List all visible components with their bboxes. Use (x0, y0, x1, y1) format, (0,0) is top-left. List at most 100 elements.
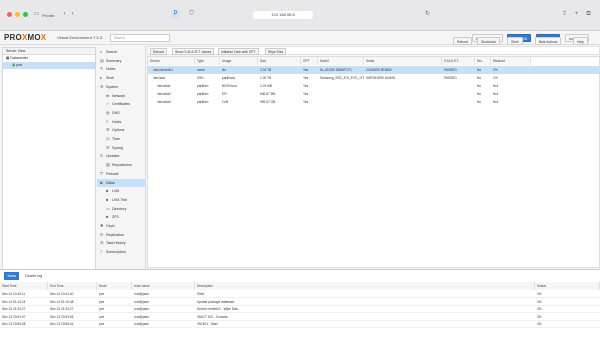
node-menu-item-disks[interactable]: ◙ Disks (97, 178, 146, 187)
node-menu-label: Time (112, 137, 120, 141)
reload-button[interactable]: Reload (150, 48, 167, 55)
disk-column-header[interactable]: Wearout (491, 57, 531, 65)
bulk-actions-button[interactable]: Bulk Actions (535, 37, 562, 45)
node-menu-item-lvm[interactable]: ■ LVM (97, 187, 146, 195)
disk-column-header[interactable]: Size (258, 57, 301, 65)
task-row[interactable]: Dec 13 21:20:27 Dec 13 21:20:27 pve root@pa… (0, 306, 600, 313)
node-menu-item-task-history[interactable]: ☰ Task History (97, 239, 146, 247)
task-cell: root@pam (134, 307, 149, 311)
minimize-window-button[interactable] (15, 12, 20, 17)
node-menu-item-search[interactable]: ⌕ Search (97, 48, 146, 56)
wipe-disk-button[interactable]: Wipe Disk (265, 48, 287, 55)
disk-cell: BIOS boot (222, 84, 237, 88)
disk-column-header[interactable]: GPT (301, 57, 318, 65)
zoom-window-button[interactable] (23, 12, 28, 17)
node-menu-item-certificates[interactable]: ✓ Certificates (97, 100, 146, 108)
task-cell: root@pam (134, 322, 149, 326)
disk-row[interactable]: /dev/sda1 partition BIOS boot 1.03 MB Yes No N… (148, 82, 600, 90)
forward-icon[interactable]: › (68, 10, 77, 19)
initialize-gpt-button[interactable]: Initialize Disk with GPT (218, 48, 259, 55)
disk-row[interactable]: /dev/nvme0n1 nvme No 2.04 TB Yes HL-SN750 2BB… (148, 66, 600, 74)
disk-cell: partition (197, 100, 209, 104)
disk-column-header[interactable]: Usage (220, 57, 258, 65)
node-menu-item-shell[interactable]: ▸ Shell (97, 74, 146, 82)
smart-values-button[interactable]: Show S.M.A.R.T. values (172, 48, 215, 55)
node-menu-item-system[interactable]: ⚙ System (97, 83, 146, 91)
task-row[interactable]: Dec 14 10:40:11 Dec 14 10:41:40 pve root@pa… (0, 291, 600, 298)
sidebar-toggle-icon[interactable]: ▭ (32, 10, 41, 19)
tab-tasks[interactable]: Tasks (4, 272, 20, 280)
disk-cell: Samsung_SSD_870_EVO_1TB (320, 76, 364, 80)
node-menu-item-time[interactable]: ◷ Time (97, 135, 146, 143)
task-row[interactable]: Dec 14 01:10:24 Dec 14 01:10:48 pve root@pa… (0, 299, 600, 306)
server-view-selector[interactable]: Server View (3, 48, 95, 55)
task-cell: Dec 13 20:51:07 (2, 314, 26, 319)
disk-cell: /dev/sda (153, 76, 166, 80)
node-menu-item-notes[interactable]: ✎ Notes (97, 65, 146, 73)
node-menu-item-replication[interactable]: ⟳ Replication (97, 231, 146, 239)
disk-grid: Device Type Usage Size GPT Model Serial S.M.A.R… (147, 56, 600, 268)
search-input[interactable]: Search (110, 34, 170, 42)
task-column-header[interactable]: Status (535, 282, 600, 290)
search-icon: ⌕ (100, 49, 103, 55)
node-menu-item-network[interactable]: ⇄ Network (97, 92, 146, 100)
task-cell: Dec 13 21:20:27 (2, 307, 26, 311)
share-icon[interactable]: ⇪ (560, 10, 569, 19)
shutdown-button[interactable]: Shutdown (477, 37, 501, 45)
task-column-header[interactable]: Start Time (0, 282, 48, 290)
shell-button[interactable]: Shell (507, 37, 523, 45)
reboot-button[interactable]: Reboot (453, 37, 472, 45)
task-cell: Shell (197, 292, 205, 296)
shield-icon[interactable]: ⛉ (187, 10, 196, 19)
node-menu-item-lvm-thin[interactable]: ■ LVM-Thin (97, 196, 146, 204)
disk-column-header[interactable]: Mo... (475, 57, 491, 65)
disk-row[interactable]: /dev/sda3 partition LVM 999.67 GB Yes No N/A (148, 98, 600, 106)
terminal-icon: ▸ (100, 75, 103, 81)
task-row[interactable]: Dec 13 19:55:28 Dec 13 19:55:41 pve root@pa… (0, 321, 600, 328)
node-menu-item-repositories[interactable]: ▧ Repositories (97, 161, 146, 169)
task-column-header[interactable]: User name (132, 282, 195, 290)
disk-row[interactable]: /dev/sda SSD partitions 1.00 TB Yes Samsung_S… (148, 74, 600, 82)
task-cell: pve (99, 307, 105, 311)
new-tab-icon[interactable]: + (572, 10, 581, 19)
close-window-button[interactable] (7, 12, 12, 17)
node-menu-item-ceph[interactable]: ✺ Ceph (97, 222, 146, 230)
node-menu-item-zfs[interactable]: ■ ZFS (97, 213, 146, 221)
node-menu-item-subscription[interactable]: ? Subscription (97, 248, 146, 256)
private-tab-label[interactable]: Private (42, 10, 54, 20)
node-menu-item-hosts[interactable]: ≡ Hosts (97, 118, 146, 126)
node-menu-item-syslog[interactable]: ☰ Syslog (97, 144, 146, 152)
task-row[interactable]: Dec 13 20:51:07 Dec 13 20:53:05 pve root@pa… (0, 314, 600, 321)
disk-cell: No (477, 76, 482, 80)
node-menu-item-options[interactable]: ⚙ Options (97, 126, 146, 134)
tab-cluster-log[interactable]: Cluster log (22, 272, 45, 280)
tree-node-pve[interactable]: ▣ pve (3, 62, 95, 69)
task-cell: Dec 14 01:10:24 (2, 299, 26, 304)
disk-column-header[interactable]: Model (318, 57, 364, 65)
disk-cell: No (477, 92, 482, 96)
tab-overview-icon[interactable]: ⧉ (584, 10, 593, 19)
node-menu-label: LVM-Thin (112, 197, 128, 202)
disk-row[interactable]: /dev/sda2 partition EFI 536.87 MB Yes No N/A (148, 90, 600, 98)
reload-icon[interactable]: ↻ (423, 10, 432, 19)
tree-datacenter[interactable]: ▦ Datacenter (3, 55, 95, 62)
node-menu-item-dns[interactable]: ◍ DNS (97, 109, 146, 117)
disk-column-header[interactable]: Serial (364, 57, 442, 65)
node-menu-item-updates[interactable]: ↻ Updates (97, 152, 146, 160)
disk-column-header[interactable]: Type (195, 57, 220, 65)
node-menu-item-firewall[interactable]: ⛉ Firewall (97, 170, 146, 178)
task-cell: Dec 14 10:40:11 (2, 292, 26, 296)
proxmox-tab-icon[interactable]: P (171, 10, 180, 19)
disk-column-header[interactable]: S.M.A.R.T. (442, 57, 475, 65)
disk-cell (442, 82, 475, 90)
task-column-header[interactable]: End Time (48, 282, 97, 290)
address-bar[interactable]: 192.168.55.8 (253, 11, 313, 19)
node-menu-label: Repositories (112, 163, 132, 168)
summary-icon: ▤ (100, 57, 104, 63)
node-menu-item-summary[interactable]: ▤ Summary (97, 57, 146, 65)
disk-column-header[interactable]: Device (148, 57, 195, 65)
task-column-header[interactable]: Node (97, 282, 132, 290)
help-button[interactable]: Help (573, 37, 588, 45)
node-menu-item-directory[interactable]: ▭ Directory (97, 205, 146, 213)
task-column-header[interactable]: Description (195, 282, 535, 290)
